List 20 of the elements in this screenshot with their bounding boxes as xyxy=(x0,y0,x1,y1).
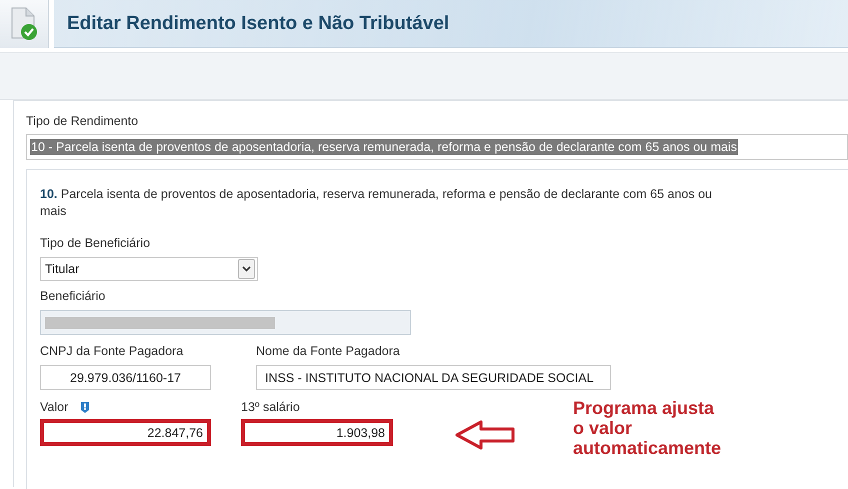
field-label: Beneficiário xyxy=(40,289,106,303)
beneficiary-type-select[interactable]: Titular xyxy=(40,257,258,281)
field-label: 13º salário xyxy=(241,400,301,414)
payer-name-field[interactable]: INSS - INSTITUTO NACIONAL DA SEGURIDADE SOCIAL xyxy=(256,365,611,390)
field-label: Nome da Fonte Pagadora xyxy=(256,344,401,358)
caret-icon[interactable] xyxy=(238,259,255,279)
field-label: Valor xyxy=(40,400,68,414)
arrow-icon xyxy=(455,420,515,450)
field-label: Tipo de Rendimento xyxy=(26,114,140,128)
description: 10. Parcela isenta de proventos de aposentadoria, reserva remunerada, reforma e pensão de declarante com 65 anos ou mais xyxy=(40,186,713,220)
info-icon[interactable] xyxy=(80,400,90,414)
thirteenth-salary-field[interactable]: 1.903,98 xyxy=(241,419,393,446)
income-type-select[interactable]: 10 - Parcela isenta de proventos de aposentadoria, reserva remunerada, reforma e pensão de declarante com 65 anos ou mais xyxy=(26,134,848,160)
annotation-text: Programa ajusta o valor automaticamente xyxy=(573,398,722,458)
field-label: Tipo de Beneficiário xyxy=(40,236,152,250)
cnpj-field[interactable]: 29.979.036/1160-17 xyxy=(40,365,211,390)
amount-field[interactable]: 22.847,76 xyxy=(40,419,211,446)
field-label: CNPJ da Fonte Pagadora xyxy=(40,344,184,358)
window-title: Editar Rendimento Isento e Não Tributável xyxy=(67,12,450,34)
beneficiary-field[interactable] xyxy=(40,310,411,335)
